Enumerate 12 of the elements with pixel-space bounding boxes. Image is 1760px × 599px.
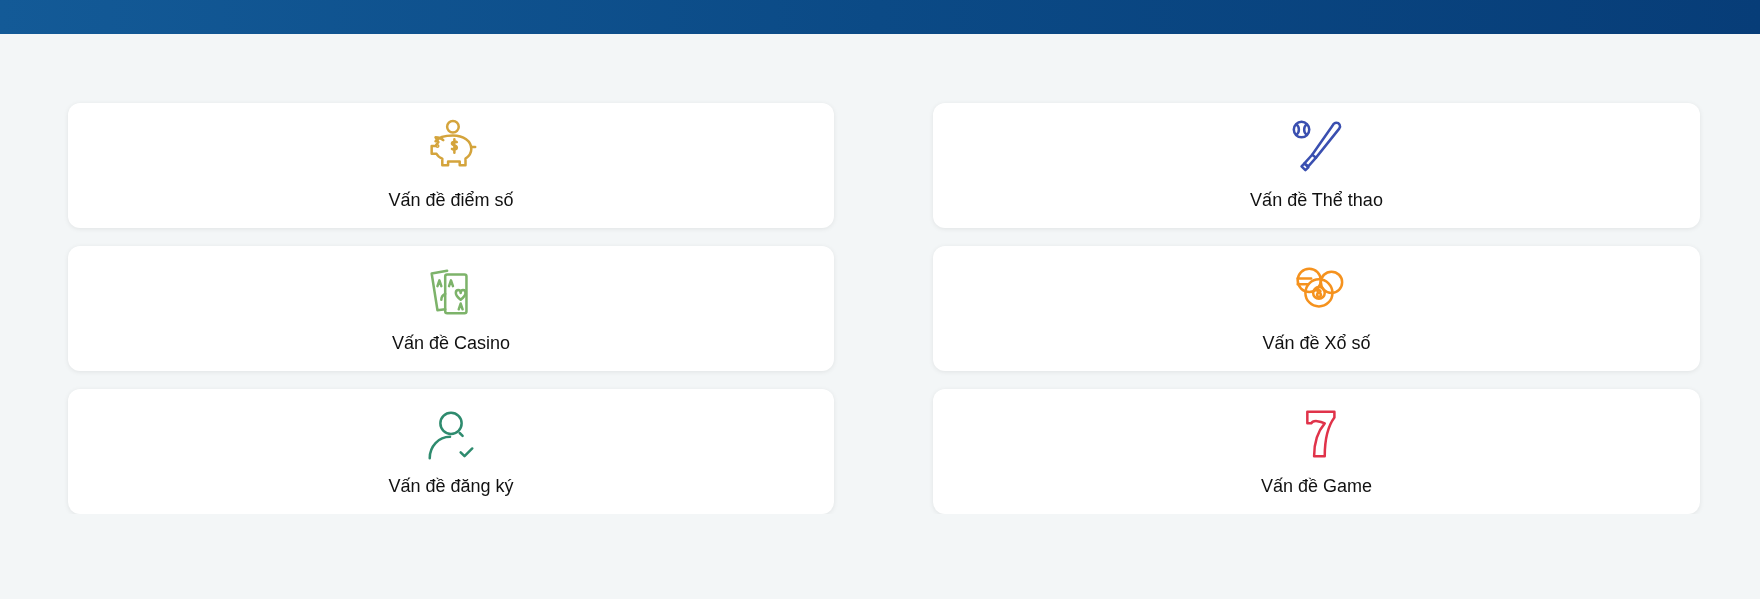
category-card[interactable]: Vấn đề Xổ số — [933, 246, 1700, 371]
category-label: Vấn đề điểm số — [388, 190, 514, 211]
category-label: Vấn đề Game — [1260, 476, 1373, 497]
category-card[interactable]: Vấn đề Thể thao — [933, 103, 1700, 228]
category-label: Vấn đề Xổ số — [1262, 333, 1371, 354]
category-label: Vấn đề đăng ký — [388, 476, 514, 497]
category-label: Vấn đề Thể thao — [1250, 190, 1383, 211]
category-card[interactable]: Vấn đề đăng ký — [68, 389, 834, 514]
category-label: Vấn đề Casino — [391, 333, 511, 354]
category-card[interactable]: Vấn đề Casino — [68, 246, 834, 371]
category-card[interactable]: Vấn đề điểm số — [68, 103, 834, 228]
category-card[interactable]: Vấn đề Game — [933, 389, 1700, 514]
